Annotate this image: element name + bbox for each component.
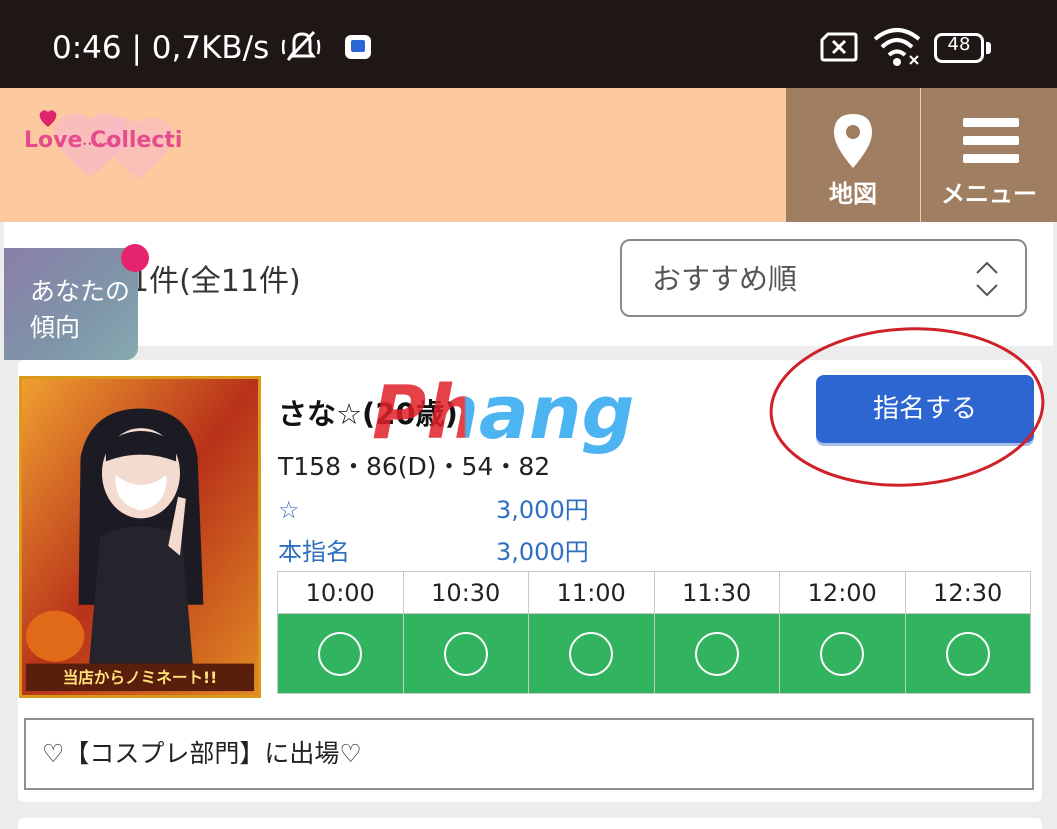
next-girl-card [18, 818, 1042, 829]
notification-dot [121, 244, 149, 272]
available-circle-icon [945, 631, 990, 676]
map-button[interactable]: 地図 [786, 88, 920, 222]
slot-available-10-00[interactable] [277, 613, 404, 694]
mute-icon [282, 30, 321, 62]
price-value-basic: 3,000円 [496, 496, 589, 524]
available-circle-icon [443, 631, 488, 676]
comment-text: ♡【コスプレ部門】に出場♡ [42, 739, 362, 768]
battery-icon: 48 [934, 33, 992, 63]
status-bar: 0:46 | 0,7KB/s 48 [0, 0, 1057, 88]
slot-available-12-00[interactable] [779, 613, 906, 694]
price-label-nomination: 本指名 [278, 538, 350, 566]
profile-photo[interactable]: 当店からノミネート!! [19, 376, 261, 698]
slot-time: 11:30 [653, 571, 780, 614]
chevron-updown-icon [976, 261, 998, 297]
your-tendency-tab[interactable]: あなたの傾向 [4, 248, 138, 360]
available-circle-icon [694, 631, 739, 676]
slot-available-10-30[interactable] [402, 613, 529, 694]
menu-label: メニュー [941, 180, 1037, 208]
slot-time: 11:00 [528, 571, 655, 614]
battery-level: 48 [947, 34, 971, 55]
map-label: 地図 [829, 180, 877, 208]
slot-time: 10:00 [277, 571, 404, 614]
sort-select[interactable]: おすすめ順 [620, 239, 1027, 317]
tendency-label: あなたの傾向 [30, 277, 131, 342]
watermark-logo: Phang [372, 372, 635, 454]
site-logo[interactable]: Love Collection ••••••• [18, 107, 183, 189]
available-circle-icon [569, 631, 614, 676]
slot-time: 12:00 [779, 571, 906, 614]
slot-time: 12:30 [904, 571, 1031, 614]
photo-banner: 当店からノミネート!! [63, 668, 218, 687]
slot-available-11-00[interactable] [528, 613, 655, 694]
app-notification-icon [345, 35, 371, 59]
girl-stats: T158・86(D)・54・82 [278, 452, 551, 481]
menu-button[interactable]: メニュー [921, 88, 1057, 222]
sort-select-value: おすすめ順 [652, 262, 798, 296]
comment-box: ♡【コスプレ部門】に出場♡ [24, 718, 1034, 790]
map-pin-icon [834, 114, 872, 168]
available-circle-icon [318, 631, 363, 676]
slot-available-12-30[interactable] [904, 613, 1031, 694]
schedule-table: 10:00 10:30 11:00 11:30 12:00 12:30 [277, 571, 1031, 694]
available-circle-icon [820, 631, 865, 676]
slot-time: 10:30 [402, 571, 529, 614]
svg-text:Phang: Phang [372, 372, 635, 454]
price-label-basic: ☆ [278, 496, 300, 524]
price-value-nomination: 3,000円 [496, 538, 589, 566]
svg-text:•••••••: ••••••• [82, 140, 119, 150]
slot-available-11-30[interactable] [653, 613, 780, 694]
result-count: 1件(全11件) [130, 264, 301, 299]
no-sim-icon [820, 32, 858, 62]
wifi-icon [873, 28, 921, 66]
red-highlight-circle [769, 327, 1045, 487]
status-time: 0:46 | 0,7KB/s [52, 30, 270, 66]
hamburger-menu-icon [963, 118, 1019, 164]
